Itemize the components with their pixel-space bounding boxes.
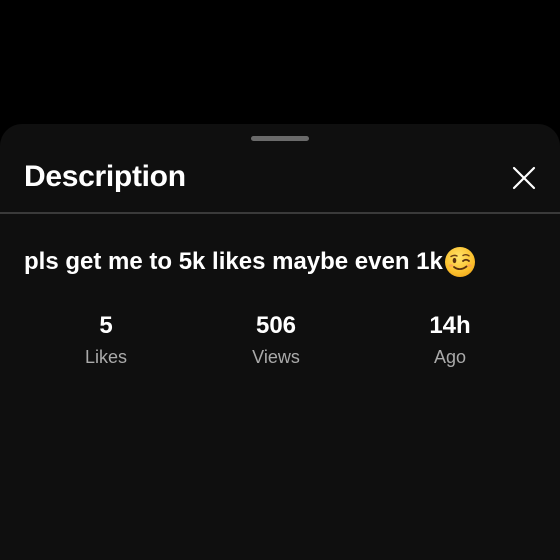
description-text: pls get me to 5k likes maybe even 1k — [24, 246, 476, 278]
close-icon — [512, 166, 536, 190]
views-count: 506 — [255, 312, 297, 339]
sheet-title: Description — [24, 160, 186, 193]
time-ago-value: 14h — [429, 312, 471, 339]
stat-ago: 14h Ago — [390, 312, 510, 369]
time-ago-label: Ago — [433, 347, 467, 367]
stat-likes: 5 Likes — [46, 312, 166, 369]
views-label: Views — [252, 347, 300, 367]
stat-views: 506 Views — [216, 312, 336, 369]
likes-label: Likes — [84, 347, 128, 367]
close-button[interactable] — [504, 158, 544, 198]
header-divider — [0, 212, 560, 214]
stats-row: 5 Likes 506 Views 14h Ago — [0, 312, 560, 372]
winking-face-emoji-icon — [444, 246, 476, 278]
description-body: pls get me to 5k likes maybe even 1k — [24, 248, 443, 275]
description-sheet: Description pls get me to 5k likes maybe… — [0, 124, 560, 560]
drag-handle[interactable] — [251, 136, 309, 141]
likes-count: 5 — [99, 312, 113, 339]
screen: Description pls get me to 5k likes maybe… — [0, 0, 560, 560]
